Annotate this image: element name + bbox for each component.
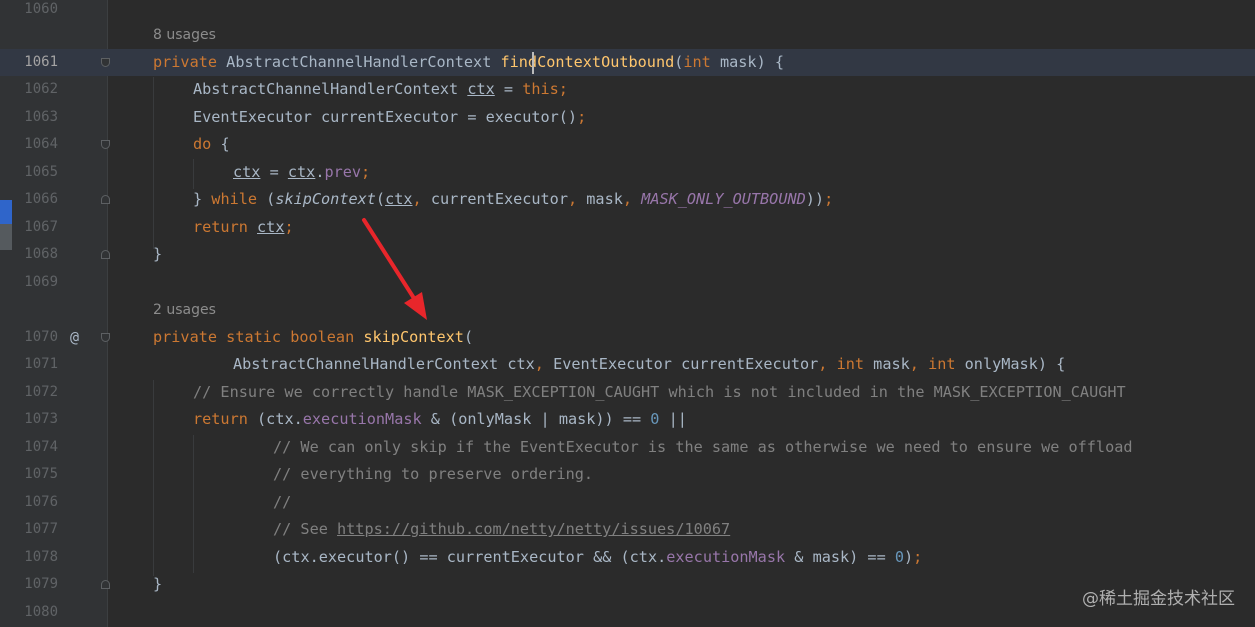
annotation-arrow-icon [362, 218, 427, 320]
watermark: @稀土掘金技术社区 [1082, 589, 1235, 609]
